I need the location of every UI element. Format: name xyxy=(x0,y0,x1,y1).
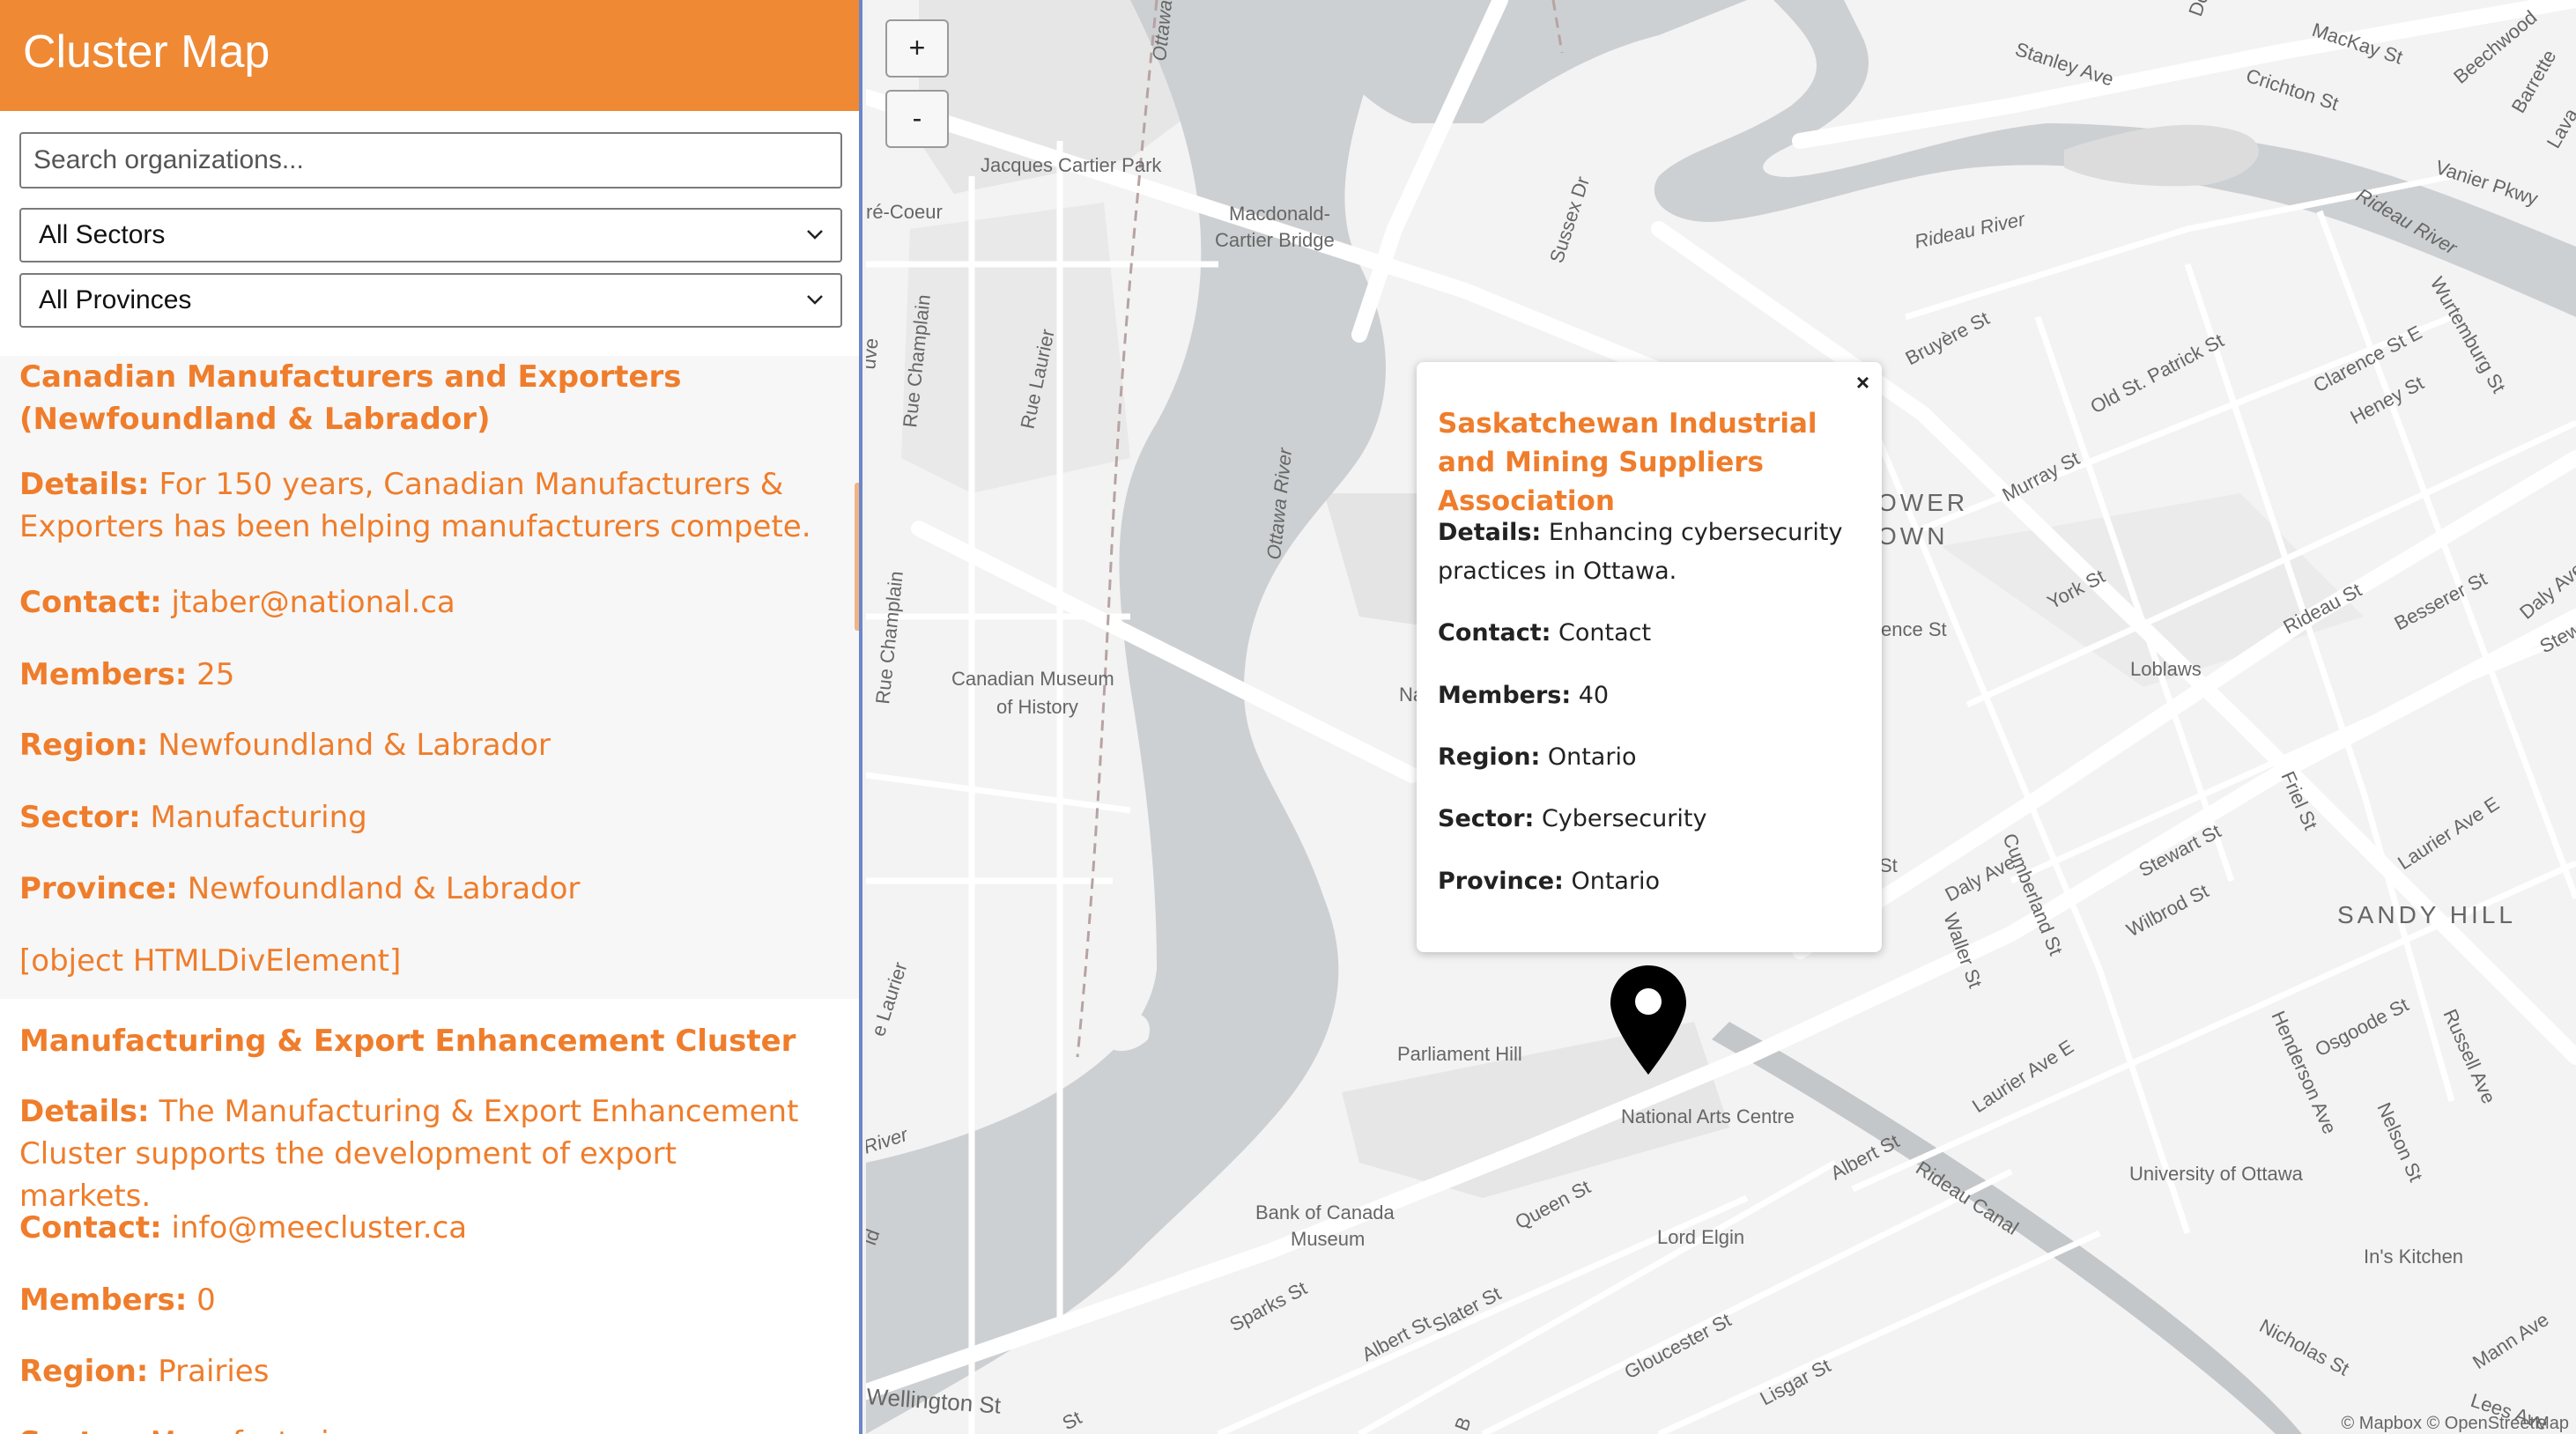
close-icon[interactable]: × xyxy=(1856,369,1869,396)
org-region: Region: Newfoundland & Labrador xyxy=(19,728,551,763)
map-label: ence St xyxy=(1881,618,1947,640)
list-item[interactable]: Manufacturing & Export Enhancement Clust… xyxy=(0,1001,859,1434)
sidebar: Cluster Map All Sectors All Provinces Ca… xyxy=(0,0,862,1434)
popup-details: Details: Enhancing cybersecurity practic… xyxy=(1438,519,1843,585)
popup-title: Saskatchewan Industrial and Mining Suppl… xyxy=(1438,408,1817,517)
popup-sector: Sector: Cybersecurity xyxy=(1438,805,1707,832)
list-item[interactable]: Canadian Manufacturers and Exporters (Ne… xyxy=(0,356,859,999)
org-extra: [object HTMLDivElement] xyxy=(19,943,402,979)
map-label: OWN xyxy=(1877,522,1948,550)
map-attribution[interactable]: © Mapbox © OpenStreetMap xyxy=(2342,1414,2570,1434)
map-popup: × Saskatchewan Industrial and Mining Sup… xyxy=(1417,362,1882,952)
province-select[interactable]: All Provinces xyxy=(19,273,842,328)
contact-link[interactable]: info@meecluster.ca xyxy=(172,1210,468,1246)
org-name[interactable]: Manufacturing & Export Enhancement Clust… xyxy=(19,1020,812,1062)
map-label: of History xyxy=(996,696,1078,718)
chevron-down-icon xyxy=(805,210,825,280)
popup-province: Province: Ontario xyxy=(1438,868,1661,895)
org-region: Region: Prairies xyxy=(19,1354,270,1389)
sector-select[interactable]: All Sectors xyxy=(19,208,842,262)
org-contact: Contact: jtaber@national.ca xyxy=(19,585,455,620)
popup-members: Members: 40 xyxy=(1438,682,1610,709)
app-header: Cluster Map xyxy=(0,0,859,111)
org-members: Members: 25 xyxy=(19,657,235,692)
province-select-value: All Provinces xyxy=(39,285,192,314)
map-label: Parliament Hill xyxy=(1397,1043,1522,1065)
map[interactable]: Jacques Cartier Park Macdonald- Cartier … xyxy=(866,0,2576,1434)
sidebar-scrollbar[interactable] xyxy=(855,483,859,631)
zoom-in-button[interactable]: + xyxy=(885,19,949,78)
org-members: Members: 0 xyxy=(19,1282,216,1318)
map-label: SANDY HILL xyxy=(2337,901,2516,928)
org-sector: Sector: Manufacturing xyxy=(19,1422,812,1434)
map-label: Canadian Museum xyxy=(951,668,1114,690)
map-label: ré-Coeur xyxy=(866,201,943,223)
map-label: University of Ottawa xyxy=(2129,1163,2304,1185)
map-label: Cartier Bridge xyxy=(1215,229,1335,251)
org-sector: Sector: Manufacturing xyxy=(19,800,367,835)
map-label: Museum xyxy=(1291,1228,1365,1250)
org-name[interactable]: Canadian Manufacturers and Exporters (Ne… xyxy=(19,356,812,440)
chevron-down-icon xyxy=(805,275,825,345)
org-details: Details: The Manufacturing & Export Enha… xyxy=(19,1094,799,1214)
contact-link[interactable]: Contact xyxy=(1558,619,1651,647)
org-contact: Contact: info@meecluster.ca xyxy=(19,1210,468,1246)
map-label: St xyxy=(1879,854,1898,876)
contact-link[interactable]: jtaber@national.ca xyxy=(172,585,455,620)
map-label: OWER xyxy=(1877,489,1968,516)
map-label: Loblaws xyxy=(2130,658,2202,680)
sector-select-value: All Sectors xyxy=(39,220,166,249)
app-title: Cluster Map xyxy=(23,26,270,78)
search-input[interactable] xyxy=(19,132,842,188)
popup-contact: Contact: Contact xyxy=(1438,619,1652,647)
map-label: Macdonald- xyxy=(1229,203,1330,225)
org-province: Province: Newfoundland & Labrador xyxy=(19,871,581,906)
map-label: Jacques Cartier Park xyxy=(981,154,1162,176)
org-details: Details: For 150 years, Canadian Manufac… xyxy=(19,467,811,544)
popup-region: Region: Ontario xyxy=(1438,743,1637,771)
map-label: Bank of Canada xyxy=(1255,1201,1395,1223)
map-label: In's Kitchen xyxy=(2364,1246,2463,1268)
zoom-out-button[interactable]: - xyxy=(885,90,949,148)
map-label: Lord Elgin xyxy=(1657,1226,1744,1248)
map-label: National Arts Centre xyxy=(1621,1105,1795,1127)
